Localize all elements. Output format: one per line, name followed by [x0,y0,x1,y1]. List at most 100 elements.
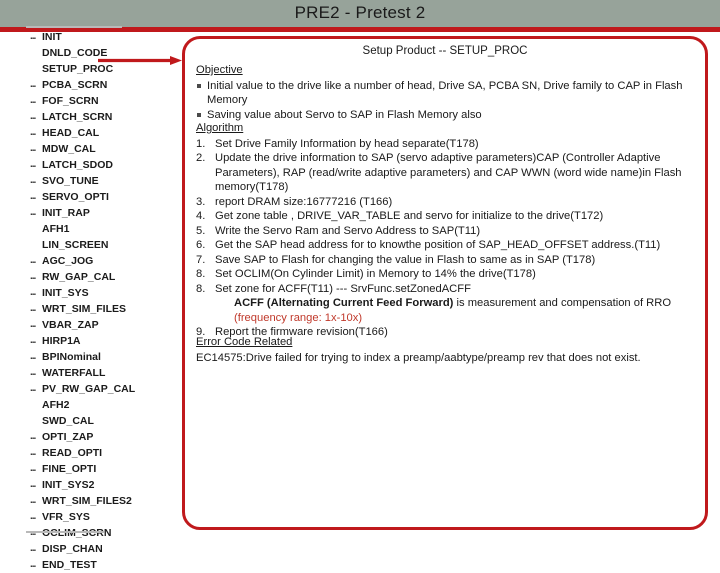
sidebar-item-disp_chan[interactable]: ... DISP_CHAN [0,541,160,557]
tree-dots-icon: ... [30,287,36,298]
step-number: 6. [196,239,206,251]
step-text: Update the drive information to SAP (ser… [215,152,682,193]
sidebar-item-label: LATCH_SDOD [42,159,113,171]
sidebar-item-label: DISP_CHAN [42,543,103,555]
tree-dots-icon: ... [30,319,36,330]
acff-detail: ACFF (Alternating Current Feed Forward) … [215,296,696,325]
sidebar-item-label: SWD_CAL [42,415,94,427]
algorithm-step-list: 1. Set Drive Family Information by head … [196,137,696,340]
tree-dots-icon: ... [30,207,36,218]
sidebar-item-label: AFH1 [42,223,70,235]
tree-dots-icon: ... [30,367,36,378]
step-text: report DRAM size:16777216 (T166) [215,195,393,208]
sidebar-item-label: FOF_SCRN [42,95,99,107]
sidebar-item-mdw_cal[interactable]: ... MDW_CAL [0,141,160,157]
objective-section: Objective Initial value to the drive lik… [196,63,696,122]
sidebar-item-label: MDW_CAL [42,143,96,155]
sidebar-item-label: SETUP_PROC [42,63,114,75]
algorithm-title: Algorithm [196,122,244,134]
sidebar-item-label: INIT_SYS2 [42,479,95,491]
tree-dots-icon: ... [30,495,36,506]
sidebar-item-end_test[interactable]: ... END_TEST [0,557,160,573]
sidebar-item-svo_tune[interactable]: ... SVO_TUNE [0,173,160,189]
sidebar-item-afh2[interactable]: ...AFH2 [0,397,160,413]
sidebar-item-label: BPINominal [42,351,101,363]
tree-dots-icon: ... [30,559,36,570]
sidebar-item-label: AGC_JOG [42,255,94,267]
sidebar-item-vbar_zap[interactable]: ... VBAR_ZAP [0,317,160,333]
sidebar-item-label: DNLD_CODE [42,47,108,59]
sidebar-item-init_sys[interactable]: ... INIT_SYS [0,285,160,301]
algorithm-step: 3. report DRAM size:16777216 (T166) [196,195,696,210]
sidebar-item-head_cal[interactable]: ... HEAD_CAL [0,125,160,141]
step-number: 7. [196,253,206,266]
objective-bullet: Initial value to the drive like a number… [196,79,696,108]
step-number: 5. [196,224,206,237]
sidebar-item-init[interactable]: ... INIT [0,29,160,45]
sidebar-divider-top [26,26,122,28]
sidebar-item-label: RW_GAP_CAL [42,271,116,283]
sidebar-item-waterfall[interactable]: ... WATERFALL [0,365,160,381]
error-code-section: Error Code Related EC14575:Drive failed … [196,335,696,365]
error-code-title: Error Code Related [196,336,293,348]
sidebar-item-label: WATERFALL [42,367,106,379]
sidebar-process-tree: ...INIT...DNLD_CODE...SETUP_PROC...PCBA_… [0,24,160,571]
sidebar-item-init_rap[interactable]: ... INIT_RAP [0,205,160,221]
sidebar-item-wrt_sim_files[interactable]: ... WRT_SIM_FILES [0,301,160,317]
sidebar-item-label: HEAD_CAL [42,127,100,139]
sidebar-item-label: VBAR_ZAP [42,319,99,331]
step-number: 3. [196,195,206,208]
sidebar-item-label: INIT_RAP [42,207,90,219]
sidebar-item-latch_sdod[interactable]: ... LATCH_SDOD [0,157,160,173]
sidebar-item-label: FINE_OPTI [42,463,97,475]
tree-dots-icon: ... [30,79,36,90]
tree-dots-icon: ... [30,271,36,282]
sidebar-item-pv_rw_gap_cal[interactable]: ... PV_RW_GAP_CAL [0,381,160,397]
sidebar-item-hirp1a[interactable]: ... HIRP1A [0,333,160,349]
tree-dots-icon: ... [30,463,36,474]
acff-term: ACFF (Alternating Current Feed Forward) [234,297,454,309]
sidebar-item-rw_gap_cal[interactable]: ... RW_GAP_CAL [0,269,160,285]
algorithm-step: 5. Write the Servo Ram and Servo Address… [196,224,696,239]
step-number: 2. [196,152,206,164]
tree-dots-icon: ... [30,111,36,122]
tree-dots-icon: ... [30,143,36,154]
sidebar-item-vfr_sys[interactable]: ... VFR_SYS [0,509,160,525]
sidebar-item-agc_jog[interactable]: ... AGC_JOG [0,253,160,269]
algorithm-step: 2. Update the drive information to SAP (… [196,151,696,195]
sidebar-item-oclim_scrn[interactable]: ...OCLIM_SCRN [0,525,160,541]
sidebar-item-list: ...INIT...DNLD_CODE...SETUP_PROC...PCBA_… [0,29,160,573]
sidebar-item-pcba_scrn[interactable]: ... PCBA_SCRN [0,77,160,93]
panel-heading: Setup Product -- SETUP_PROC [362,45,528,57]
tree-dots-icon: ... [30,525,42,541]
sidebar-item-label: HIRP1A [42,335,81,347]
tree-dots-icon: ... [30,191,36,202]
sidebar-item-bpinominal[interactable]: ... BPINominal [0,349,160,365]
sidebar-item-label: WRT_SIM_FILES2 [42,495,132,507]
sidebar-item-read_opti[interactable]: ... READ_OPTI [0,445,160,461]
step-number: 8. [196,268,206,280]
sidebar-item-servo_opti[interactable]: ... SERVO_OPTI [0,189,160,205]
sidebar-item-afh1[interactable]: ...AFH1 [0,221,160,237]
tree-dots-icon: ... [30,31,36,42]
sidebar-item-init_sys2[interactable]: ... INIT_SYS2 [0,477,160,493]
tree-dots-icon: ... [30,303,36,314]
step-text: Set OCLIM(On Cylinder Limit) in Memory t… [215,268,536,280]
sidebar-item-wrt_sim_files2[interactable]: ... WRT_SIM_FILES2 [0,493,160,509]
algorithm-section: Algorithm 1. Set Drive Family Informatio… [196,121,696,340]
sidebar-item-label: LATCH_SCRN [42,111,113,123]
tree-dots-icon: ... [30,255,36,266]
sidebar-item-setup_proc[interactable]: ...SETUP_PROC [0,61,160,77]
step-text: Save SAP to Flash for changing the value… [215,253,596,266]
sidebar-item-fof_scrn[interactable]: ... FOF_SCRN [0,93,160,109]
objective-bullet: Saving value about Servo to SAP in Flash… [196,108,696,123]
tree-dots-icon: ... [30,159,36,170]
sidebar-item-dnld_code[interactable]: ...DNLD_CODE [0,45,160,61]
sidebar-item-latch_scrn[interactable]: ... LATCH_SCRN [0,109,160,125]
sidebar-item-opti_zap[interactable]: ... OPTI_ZAP [0,429,160,445]
page-title: PRE2 - Pretest 2 [294,3,426,22]
sidebar-item-lin_screen[interactable]: ...LIN_SCREEN [0,237,160,253]
step-text: Write the Servo Ram and Servo Address to… [215,224,481,237]
sidebar-item-fine_opti[interactable]: ... FINE_OPTI [0,461,160,477]
sidebar-item-swd_cal[interactable]: ...SWD_CAL [0,413,160,429]
